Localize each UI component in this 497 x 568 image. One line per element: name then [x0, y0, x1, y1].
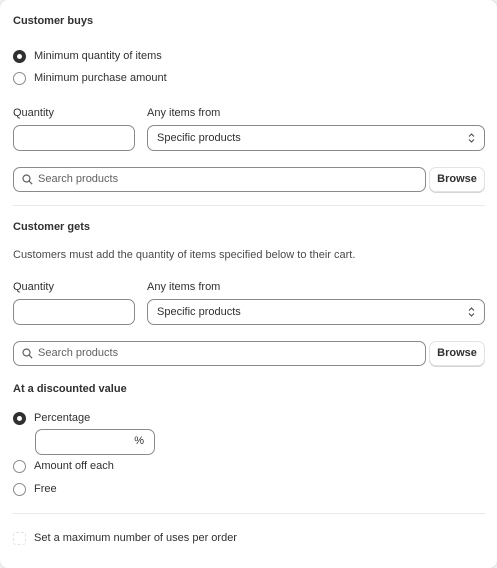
- discount-card: Customer buys Minimum quantity of items …: [0, 0, 497, 568]
- search-icon: [22, 174, 33, 185]
- percentage-suffix: %: [134, 435, 144, 447]
- buys-items-from-label: Any items from: [147, 107, 221, 119]
- max-uses-checkbox[interactable]: [13, 532, 26, 545]
- section-divider: [12, 513, 485, 514]
- max-uses-label: Set a maximum number of uses per order: [34, 532, 237, 544]
- percentage-input[interactable]: %: [35, 429, 155, 455]
- section-divider: [12, 205, 485, 206]
- buys-browse-button[interactable]: Browse: [429, 167, 485, 192]
- gets-search-placeholder: Search products: [38, 347, 119, 359]
- select-chevron-icon: [468, 133, 475, 143]
- gets-search-input[interactable]: Search products: [13, 341, 426, 366]
- search-icon: [22, 348, 33, 359]
- customer-gets-description: Customers must add the quantity of items…: [13, 249, 356, 261]
- buys-search-input[interactable]: Search products: [13, 167, 426, 192]
- discounted-value-heading: At a discounted value: [13, 383, 127, 395]
- buys-quantity-input[interactable]: [13, 125, 135, 151]
- gets-quantity-label: Quantity: [13, 281, 54, 293]
- buys-items-from-select[interactable]: Specific products: [147, 125, 485, 151]
- buys-search-placeholder: Search products: [38, 173, 119, 185]
- radio-free[interactable]: [13, 483, 26, 496]
- radio-percentage-label: Percentage: [34, 412, 91, 424]
- radio-minimum-purchase-amount-label: Minimum purchase amount: [34, 72, 167, 84]
- gets-browse-button[interactable]: Browse: [429, 341, 485, 366]
- gets-items-from-select[interactable]: Specific products: [147, 299, 485, 325]
- buys-quantity-label: Quantity: [13, 107, 54, 119]
- gets-items-from-label: Any items from: [147, 281, 221, 293]
- radio-minimum-quantity-label: Minimum quantity of items: [34, 50, 162, 62]
- select-chevron-icon: [468, 307, 475, 317]
- radio-free-label: Free: [34, 483, 57, 495]
- radio-minimum-quantity[interactable]: [13, 50, 26, 63]
- gets-quantity-input[interactable]: [13, 299, 135, 325]
- radio-percentage[interactable]: [13, 412, 26, 425]
- customer-gets-heading: Customer gets: [13, 221, 91, 233]
- gets-items-from-value: Specific products: [157, 306, 241, 318]
- customer-buys-heading: Customer buys: [13, 15, 94, 27]
- radio-amount-off-each-label: Amount off each: [34, 460, 114, 472]
- radio-amount-off-each[interactable]: [13, 460, 26, 473]
- radio-minimum-purchase-amount[interactable]: [13, 72, 26, 85]
- buys-items-from-value: Specific products: [157, 132, 241, 144]
